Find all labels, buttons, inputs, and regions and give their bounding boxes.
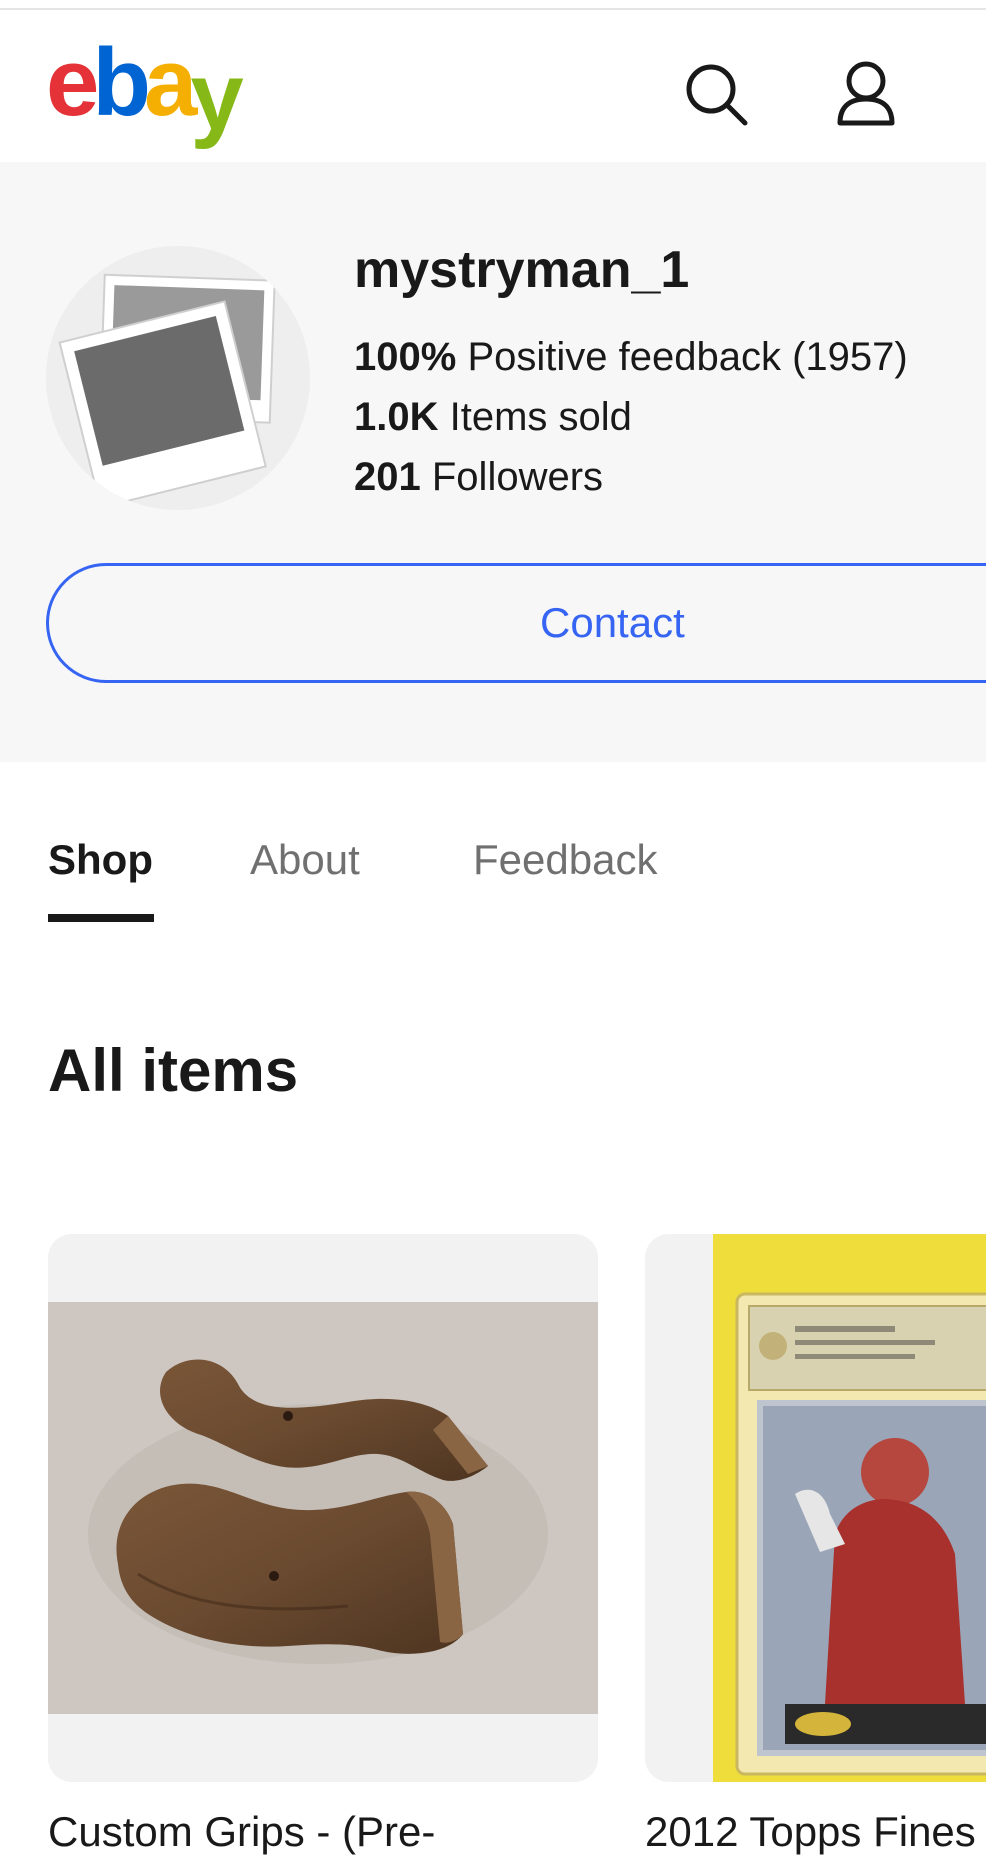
item-image[interactable] xyxy=(48,1234,598,1782)
wooden-pistol-grips-photo xyxy=(48,1234,598,1782)
feedback-label: Positive feedback (1957) xyxy=(467,335,908,379)
items-sold-label: Items sold xyxy=(449,395,632,439)
account-button[interactable] xyxy=(826,54,906,134)
logo-letter-a: a xyxy=(144,29,197,136)
item-card[interactable]: 2012 Topps Fines xyxy=(645,1234,986,1855)
tab-about[interactable]: About xyxy=(250,836,360,884)
followers-count: 201 xyxy=(354,455,421,499)
user-icon xyxy=(837,61,895,126)
logo-letter-b: b xyxy=(92,29,151,136)
tab-feedback[interactable]: Feedback xyxy=(473,836,657,884)
store-tabs: Shop About Feedback xyxy=(0,800,986,930)
followers-stat: 201 Followers xyxy=(354,455,603,500)
app-header: ebay xyxy=(0,10,986,162)
items-sold-count: 1.0K xyxy=(354,395,439,439)
photo-placeholder-icon xyxy=(58,273,276,509)
item-title[interactable]: Custom Grips - (Pre- xyxy=(48,1808,435,1856)
tab-shop[interactable]: Shop xyxy=(48,836,153,884)
contact-button-label: Contact xyxy=(540,599,685,646)
graded-baseball-card-photo xyxy=(645,1234,986,1782)
feedback-stat: 100% Positive feedback (1957) xyxy=(354,335,908,380)
seller-avatar xyxy=(46,246,310,510)
item-card[interactable]: Custom Grips - (Pre- xyxy=(48,1234,598,1855)
section-title: All items xyxy=(48,1037,299,1104)
seller-name[interactable]: mystryman_1 xyxy=(354,240,689,300)
logo-letter-e: e xyxy=(46,29,99,136)
active-tab-indicator xyxy=(48,914,154,922)
search-icon xyxy=(686,64,748,126)
feedback-percent: 100% xyxy=(354,335,457,379)
seller-info-panel: mystryman_1 100% Positive feedback (1957… xyxy=(0,162,986,762)
item-image[interactable] xyxy=(645,1234,986,1782)
ebay-logo[interactable]: ebay xyxy=(46,29,244,145)
item-title[interactable]: 2012 Topps Fines xyxy=(645,1808,976,1856)
logo-letter-y: y xyxy=(190,43,243,150)
contact-button[interactable]: Contact xyxy=(46,563,986,683)
items-sold-stat: 1.0K Items sold xyxy=(354,395,632,440)
seller-store-page: ebay mystryman_1 100% Positive feedback … xyxy=(0,0,986,1869)
search-button[interactable] xyxy=(676,54,756,134)
followers-label: Followers xyxy=(431,455,604,499)
